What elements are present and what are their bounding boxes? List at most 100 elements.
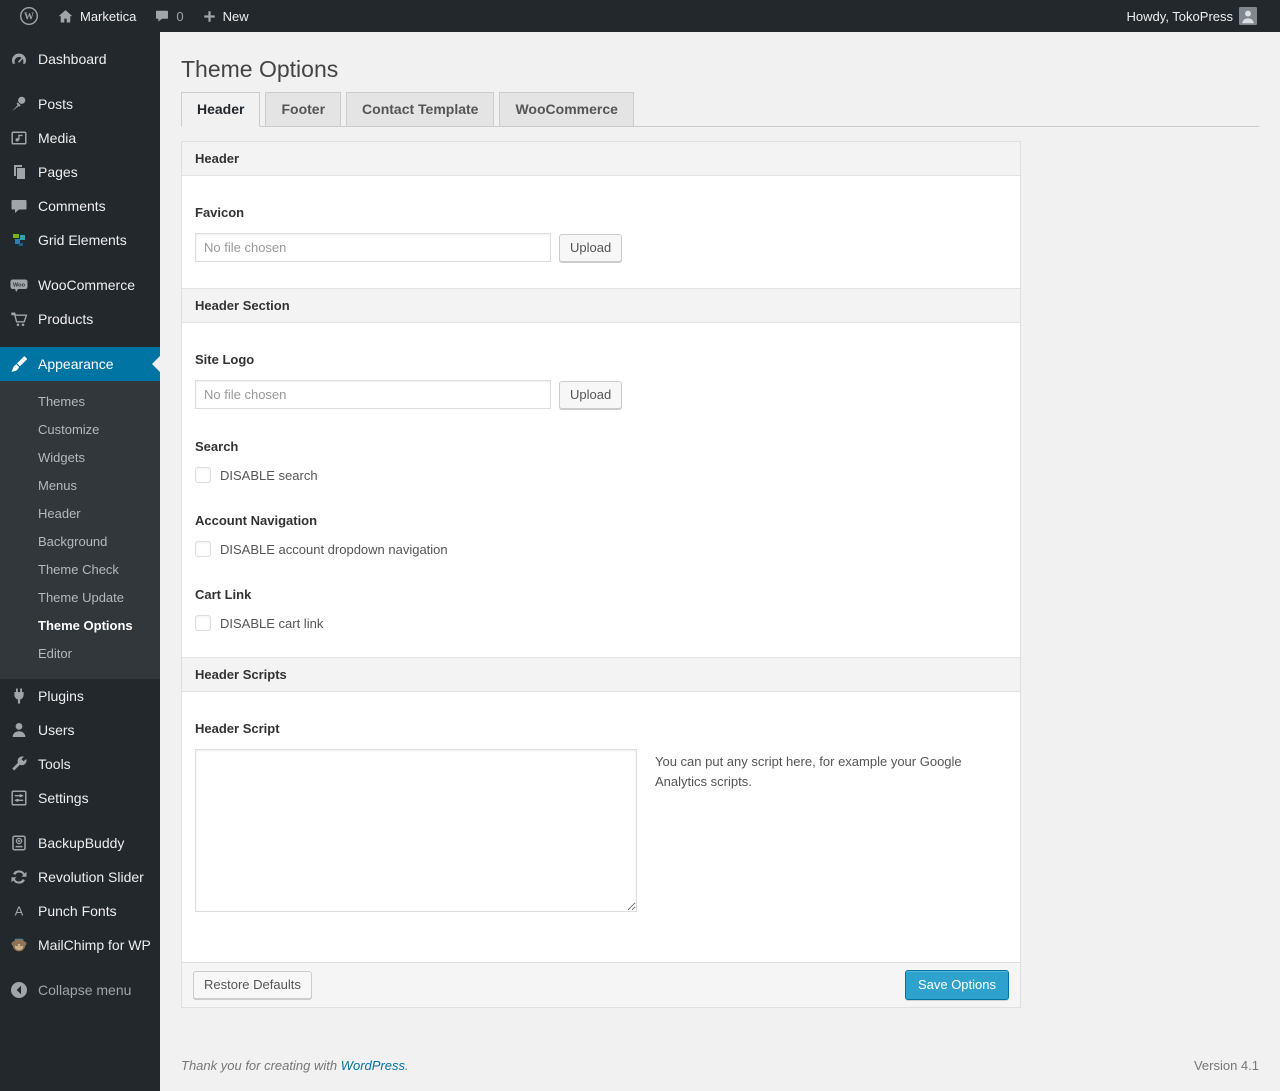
- admin-bar: W Marketica 0 New Howdy, TokoPress: [0, 0, 1280, 32]
- restore-defaults-button[interactable]: Restore Defaults: [193, 971, 312, 999]
- settings-icon: [9, 788, 29, 808]
- sidebar-item-label: Media: [38, 130, 77, 146]
- products-icon: [9, 309, 29, 329]
- home-icon: [57, 8, 74, 25]
- sidebar-item-label: Tools: [38, 756, 71, 772]
- wordpress-logo-icon: W: [19, 6, 39, 26]
- submenu-item-editor[interactable]: Editor: [0, 640, 160, 668]
- sidebar-item-label: BackupBuddy: [38, 835, 125, 851]
- collapse-menu-button[interactable]: Collapse menu: [0, 973, 160, 1007]
- sidebar-item-label: MailChimp for WP: [38, 937, 151, 953]
- search-label: Search: [195, 439, 239, 454]
- tab-contact-template[interactable]: Contact Template: [346, 92, 495, 127]
- comment-count: 0: [176, 8, 184, 24]
- tab-bar: Header Footer Contact Template WooCommer…: [181, 92, 1259, 127]
- sidebar-item-label: Punch Fonts: [38, 903, 117, 919]
- favicon-field-group: Favicon Upload: [195, 205, 1007, 262]
- sidebar-item-users[interactable]: Users: [0, 713, 160, 747]
- submenu-item-header[interactable]: Header: [0, 500, 160, 528]
- search-field-group: Search DISABLE search: [195, 439, 1007, 483]
- disable-account-dropdown-checkbox[interactable]: [195, 541, 211, 557]
- sidebar-item-products[interactable]: Products: [0, 302, 160, 336]
- tab-header[interactable]: Header: [181, 92, 261, 127]
- favicon-label: Favicon: [195, 205, 245, 220]
- site-logo-upload-button[interactable]: Upload: [559, 380, 623, 409]
- site-link[interactable]: Marketica: [48, 0, 145, 32]
- submenu-item-themes[interactable]: Themes: [0, 388, 160, 416]
- sidebar-item-woocommerce[interactable]: Woo WooCommerce: [0, 268, 160, 302]
- sidebar-item-comments[interactable]: Comments: [0, 189, 160, 223]
- submenu-item-theme-check[interactable]: Theme Check: [0, 556, 160, 584]
- plus-icon: [202, 9, 217, 24]
- appearance-submenu: Themes Customize Widgets Menus Header Ba…: [0, 381, 160, 679]
- submenu-item-widgets[interactable]: Widgets: [0, 444, 160, 472]
- sidebar-item-appearance[interactable]: Appearance: [0, 347, 160, 381]
- disable-search-checkbox[interactable]: [195, 467, 211, 483]
- svg-text:W: W: [24, 12, 34, 23]
- cart-link-field-group: Cart Link DISABLE cart link: [195, 587, 1007, 631]
- favicon-upload-button[interactable]: Upload: [559, 233, 623, 262]
- backupbuddy-icon: [9, 833, 29, 853]
- site-logo-field-group: Site Logo Upload: [195, 352, 1007, 409]
- svg-text:A: A: [15, 904, 24, 919]
- sidebar-item-plugins[interactable]: Plugins: [0, 679, 160, 713]
- site-logo-label: Site Logo: [195, 352, 255, 367]
- sidebar-item-pages[interactable]: Pages: [0, 155, 160, 189]
- admin-sidebar: Dashboard Posts Media Pages Comments Gri…: [0, 32, 160, 1091]
- pages-icon: [9, 162, 29, 182]
- sidebar-item-label: Appearance: [38, 356, 114, 372]
- sidebar-item-label: Comments: [38, 198, 106, 214]
- media-icon: [9, 128, 29, 148]
- sidebar-item-backupbuddy[interactable]: BackupBuddy: [0, 826, 160, 860]
- submenu-item-theme-update[interactable]: Theme Update: [0, 584, 160, 612]
- main-content: Theme Options Header Footer Contact Temp…: [160, 32, 1280, 1091]
- comments-icon: [9, 196, 29, 216]
- header-script-textarea[interactable]: [195, 749, 637, 912]
- save-options-button[interactable]: Save Options: [904, 970, 1009, 1000]
- panel-footer: Restore Defaults Save Options: [182, 962, 1020, 1007]
- wordpress-logo-menu[interactable]: W: [10, 0, 48, 32]
- woocommerce-icon: Woo: [9, 275, 29, 295]
- submenu-item-background[interactable]: Background: [0, 528, 160, 556]
- howdy-account-menu[interactable]: Howdy, TokoPress: [1118, 0, 1266, 32]
- footer-thanks-text: Thank you for creating with WordPress.: [181, 1058, 409, 1073]
- active-menu-arrow: [144, 356, 160, 372]
- wordpress-link[interactable]: WordPress: [341, 1058, 405, 1073]
- account-navigation-label: Account Navigation: [195, 513, 318, 528]
- new-menu[interactable]: New: [193, 0, 258, 32]
- tab-footer[interactable]: Footer: [265, 92, 342, 127]
- theme-options-panel: Header Favicon Upload Header Section Sit…: [181, 141, 1021, 1008]
- sidebar-item-settings[interactable]: Settings: [0, 781, 160, 815]
- tab-woocommerce[interactable]: WooCommerce: [499, 92, 634, 127]
- sidebar-item-dashboard[interactable]: Dashboard: [0, 42, 160, 76]
- header-script-help-text: You can put any script here, for example…: [655, 754, 962, 790]
- disable-account-dropdown-checkbox-label: DISABLE account dropdown navigation: [220, 541, 448, 557]
- page-footer: Thank you for creating with WordPress. V…: [181, 1038, 1259, 1091]
- avatar: [1239, 7, 1257, 25]
- collapse-menu-label: Collapse menu: [38, 982, 132, 998]
- submenu-item-customize[interactable]: Customize: [0, 416, 160, 444]
- submenu-item-theme-options[interactable]: Theme Options: [0, 612, 160, 640]
- sidebar-item-revolution-slider[interactable]: Revolution Slider: [0, 860, 160, 894]
- sidebar-item-punch-fonts[interactable]: A Punch Fonts: [0, 894, 160, 928]
- tools-icon: [9, 754, 29, 774]
- sidebar-item-media[interactable]: Media: [0, 121, 160, 155]
- disable-cart-link-checkbox-label: DISABLE cart link: [220, 615, 324, 631]
- sidebar-item-posts[interactable]: Posts: [0, 87, 160, 121]
- header-script-field-group: Header Script You can put any script her…: [195, 721, 1007, 912]
- appearance-icon: [9, 354, 29, 374]
- sidebar-item-label: Revolution Slider: [38, 869, 144, 885]
- disable-cart-link-checkbox[interactable]: [195, 615, 211, 631]
- submenu-item-menus[interactable]: Menus: [0, 472, 160, 500]
- users-icon: [9, 720, 29, 740]
- section-header-section: Header Section: [182, 288, 1020, 323]
- favicon-file-input[interactable]: [195, 233, 551, 262]
- sidebar-item-grid-elements[interactable]: Grid Elements: [0, 223, 160, 257]
- posts-icon: [9, 94, 29, 114]
- site-logo-file-input[interactable]: [195, 380, 551, 409]
- sidebar-item-mailchimp[interactable]: MailChimp for WP: [0, 928, 160, 962]
- comments-shortcut[interactable]: 0: [145, 0, 192, 32]
- page-title: Theme Options: [181, 56, 339, 82]
- sidebar-item-label: Products: [38, 311, 94, 327]
- sidebar-item-tools[interactable]: Tools: [0, 747, 160, 781]
